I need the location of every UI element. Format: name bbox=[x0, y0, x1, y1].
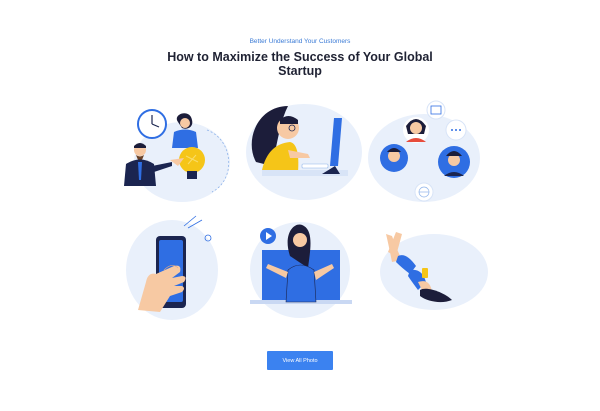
woman-from-laptop-screen-illustration bbox=[238, 212, 368, 322]
globe-icon bbox=[414, 182, 434, 202]
person-man-left bbox=[380, 144, 408, 172]
phone-icon bbox=[422, 268, 428, 278]
person-woman-top bbox=[403, 117, 429, 143]
clock-icon bbox=[137, 109, 167, 139]
page-title: How to Maximize the Success of Your Glob… bbox=[167, 50, 433, 78]
clock-lightbulb-businessman-illustration bbox=[112, 100, 242, 210]
calendar-icon bbox=[426, 100, 446, 120]
person-man-right bbox=[438, 146, 470, 178]
eyebrow-text: Better Understand Your Customers bbox=[249, 38, 351, 45]
team-video-call-illustration bbox=[362, 100, 492, 210]
hand-holding-smartphone-illustration bbox=[112, 212, 242, 322]
play-icon bbox=[260, 228, 276, 244]
woman-at-computer-illustration bbox=[238, 100, 368, 210]
view-all-photo-button[interactable]: View All Photo bbox=[267, 351, 333, 370]
woman-flying-with-phone-illustration bbox=[362, 212, 492, 322]
chat-bubble-icon bbox=[445, 119, 467, 141]
